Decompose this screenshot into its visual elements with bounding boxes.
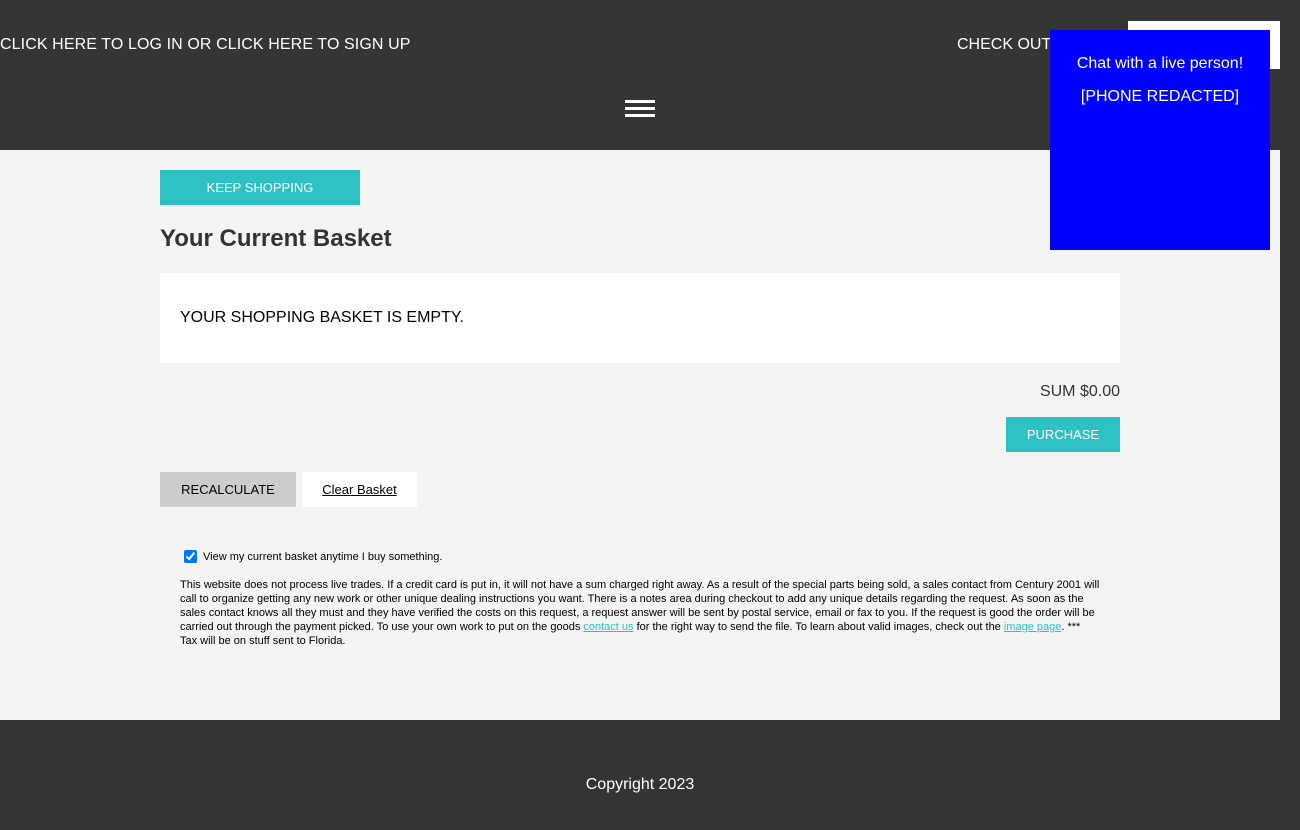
purchase-button[interactable]: PURCHASE	[1006, 417, 1120, 452]
chat-title: Chat with a live person!	[1076, 55, 1244, 72]
contact-us-link[interactable]: contact us	[583, 621, 633, 633]
keep-shopping-button[interactable]: KEEP SHOPPING	[160, 170, 360, 205]
recalculate-button[interactable]: RECALCULATE	[160, 472, 296, 507]
menu-bar	[625, 100, 655, 103]
copyright-text: Copyright 2023	[585, 776, 695, 793]
login-signup-link[interactable]: CLICK HERE TO LOG IN OR CLICK HERE TO SI…	[0, 36, 411, 54]
basket-box: YOUR SHOPPING BASKET IS EMPTY.	[160, 273, 1120, 363]
menu-bar	[625, 107, 655, 110]
page-scrollbar[interactable]	[1280, 150, 1300, 720]
hamburger-menu-icon[interactable]	[625, 98, 655, 122]
image-page-link[interactable]: image page	[1004, 621, 1062, 633]
chat-phone: [PHONE REDACTED]	[1080, 88, 1240, 105]
checkout-link[interactable]: CHECK OUT	[957, 36, 1051, 54]
notice-part2: for the right way to send the file. To l…	[633, 621, 1004, 633]
page-title: Your Current Basket	[160, 225, 392, 252]
view-basket-checkbox[interactable]	[184, 550, 197, 563]
clear-basket-button[interactable]: Clear Basket	[302, 472, 417, 507]
notice-text: This website does not process live trade…	[180, 578, 1100, 648]
basket-sum: SUM $0.00	[1039, 383, 1120, 400]
view-basket-option: View my current basket anytime I buy som…	[184, 550, 442, 563]
view-basket-label: View my current basket anytime I buy som…	[203, 550, 443, 563]
empty-basket-message: YOUR SHOPPING BASKET IS EMPTY.	[180, 309, 464, 326]
menu-bar	[625, 114, 655, 117]
site-footer: Copyright 2023	[0, 720, 1300, 830]
live-chat-panel[interactable]: Chat with a live person! [PHONE REDACTED…	[1050, 30, 1270, 250]
